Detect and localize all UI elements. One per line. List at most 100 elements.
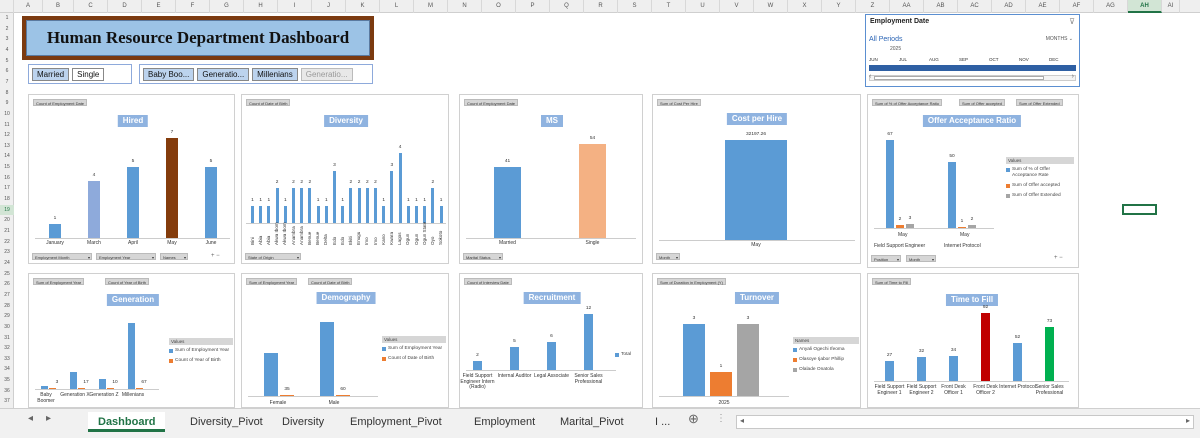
bar[interactable] (264, 352, 278, 396)
field-filter-button[interactable]: Month ▾ (906, 255, 936, 262)
field-filter-button[interactable]: Month ▾ (656, 253, 680, 260)
timeline-scroll-left-icon[interactable]: ‹ (869, 73, 871, 80)
active-cell[interactable] (1122, 204, 1157, 215)
sheet-tab[interactable]: Diversity (272, 412, 334, 432)
field-chip[interactable]: Sum of Employment Year (33, 278, 85, 285)
corner-cell[interactable] (0, 0, 14, 13)
bar[interactable] (127, 166, 139, 238)
slicer-button[interactable]: Married (32, 67, 70, 81)
timeline-scroll-thumb[interactable] (874, 76, 1044, 80)
field-filter-button[interactable]: Employment Month ▾ (32, 253, 92, 260)
column-header[interactable]: I (278, 0, 312, 13)
tab-scroll-left-icon[interactable]: ◂ (28, 413, 33, 424)
bar[interactable] (275, 188, 279, 223)
bar[interactable] (382, 205, 386, 223)
bar[interactable] (431, 188, 435, 223)
bar[interactable] (406, 205, 410, 223)
column-header[interactable]: Q (550, 0, 584, 13)
row-header[interactable]: 15 (0, 162, 14, 173)
bar[interactable] (398, 153, 402, 223)
column-header[interactable]: F (176, 0, 210, 13)
column-header[interactable]: AH (1128, 0, 1162, 13)
row-header[interactable]: 2 (0, 24, 14, 35)
bar[interactable] (308, 188, 312, 223)
field-filter-button[interactable]: Names ▾ (160, 253, 188, 260)
row-header[interactable]: 27 (0, 290, 14, 301)
column-header[interactable]: X (788, 0, 822, 13)
sheet-tab[interactable]: Marital_Pivot (550, 412, 634, 432)
generation-chart[interactable]: Sum of Employment Year Count of Year of B… (28, 273, 235, 408)
column-header[interactable]: AF (1060, 0, 1094, 13)
row-header[interactable]: 26 (0, 279, 14, 290)
bar[interactable] (251, 205, 254, 223)
recruitment-chart[interactable]: Count of Interview Date Recruitment 2 Field… (459, 273, 643, 408)
bar[interactable] (374, 188, 377, 223)
column-header[interactable]: J (312, 0, 346, 13)
column-header[interactable]: T (652, 0, 686, 13)
row-header[interactable]: 3 (0, 34, 14, 45)
field-filter-button[interactable]: Employment Year ▾ (96, 253, 156, 260)
tab-options-icon[interactable]: ⋮ (716, 413, 726, 424)
column-header[interactable]: M (414, 0, 448, 13)
timeline-granularity-dropdown[interactable]: MONTHS ⌄ (1046, 36, 1073, 42)
row-header[interactable]: 13 (0, 141, 14, 152)
field-chip[interactable]: Sum of Time to Fill (872, 278, 912, 285)
field-chip[interactable]: Count of Date of Birth (246, 99, 291, 106)
bar[interactable] (547, 342, 556, 370)
diversity-chart[interactable]: Count of Date of Birth Diversity 1 Bini 1 Abi… (241, 94, 449, 264)
bar[interactable] (365, 188, 369, 223)
bar[interactable] (259, 205, 263, 223)
row-header[interactable]: 23 (0, 247, 14, 258)
column-header[interactable]: AD (992, 0, 1026, 13)
row-header[interactable]: 32 (0, 343, 14, 354)
row-header[interactable]: 10 (0, 109, 14, 120)
legend-item[interactable]: Anyali Ogechi Ifeoma (793, 347, 859, 353)
scroll-left-icon[interactable]: ◂ (740, 416, 744, 425)
sheet-tab[interactable]: Employment_Pivot (340, 412, 452, 432)
field-chip[interactable]: Sum of Offer accepted (959, 99, 1005, 106)
sheet-tab[interactable]: Diversity_Pivot (180, 412, 273, 432)
column-header[interactable]: K (346, 0, 380, 13)
column-header[interactable]: AC (958, 0, 992, 13)
row-header[interactable]: 20 (0, 215, 14, 226)
slicer-button[interactable]: Baby Boo... (143, 67, 195, 81)
legend-item[interactable]: Sum of % of Offer Acceptance Rate (1006, 167, 1074, 179)
bar[interactable] (128, 323, 135, 389)
slicer-button[interactable]: Generatio... (197, 67, 250, 81)
bar[interactable] (99, 379, 106, 389)
time-to-fill-chart[interactable]: Sum of Time to Fill Time to Fill 27 Field S… (867, 273, 1079, 408)
legend-item[interactable]: Sum of Employment Year (169, 348, 233, 354)
column-header[interactable]: E (142, 0, 176, 13)
ms-chart[interactable]: Count of Employment Date MS 41 Married 54 Sin… (459, 94, 643, 264)
timeline-scroll-right-icon[interactable]: › (1072, 73, 1074, 80)
bar[interactable] (683, 324, 705, 396)
column-header[interactable]: AI (1162, 0, 1180, 13)
sheet-tab[interactable]: Employment (464, 412, 545, 432)
legend-item[interactable]: Sum of Offer Extended (1006, 193, 1074, 199)
row-header[interactable]: 31 (0, 333, 14, 344)
column-header[interactable]: S (618, 0, 652, 13)
column-header[interactable]: C (74, 0, 108, 13)
bar[interactable] (725, 140, 787, 240)
column-header[interactable]: Z (856, 0, 890, 13)
bar[interactable] (320, 322, 334, 396)
row-header[interactable]: 4 (0, 45, 14, 56)
row-header[interactable]: 35 (0, 375, 14, 386)
demography-chart[interactable]: Sum of Employment Year Count of Date of B… (241, 273, 449, 408)
bar[interactable] (917, 357, 926, 381)
slicer-button[interactable]: Millenians (252, 67, 298, 81)
column-header[interactable]: AB (924, 0, 958, 13)
row-header[interactable]: 21 (0, 226, 14, 237)
field-chip[interactable]: Count of Date of Birth (308, 278, 353, 285)
field-chip[interactable]: Sum of Offer Extended (1016, 99, 1063, 106)
row-header[interactable]: 11 (0, 120, 14, 131)
offer-acceptance-chart[interactable]: Sum of % of Offer Acceptance Ratio Sum of… (867, 94, 1079, 268)
row-header[interactable]: 24 (0, 258, 14, 269)
column-header[interactable]: V (720, 0, 754, 13)
row-header[interactable]: 37 (0, 396, 14, 407)
field-chip[interactable]: Count of Employment Date (33, 99, 88, 106)
row-header[interactable]: 30 (0, 322, 14, 333)
bar[interactable] (710, 372, 732, 396)
row-header[interactable]: 29 (0, 311, 14, 322)
bar[interactable] (88, 180, 100, 238)
